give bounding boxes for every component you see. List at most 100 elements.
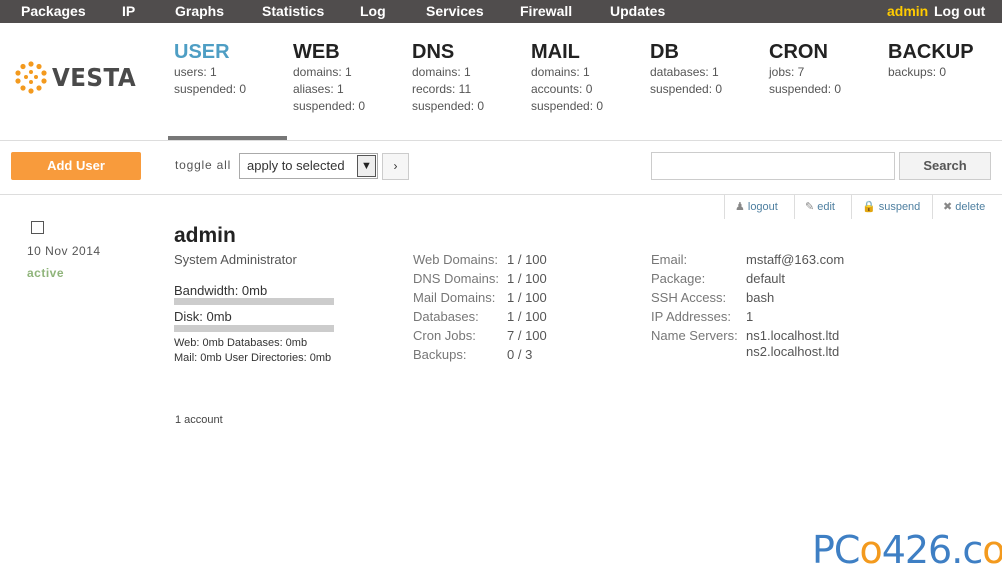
info-label: Package: bbox=[651, 271, 706, 286]
nav-firewall[interactable]: Firewall bbox=[520, 3, 572, 19]
lock-icon: 🔒 bbox=[862, 201, 876, 213]
toggle-all-link[interactable]: toggle all bbox=[175, 158, 231, 172]
search-button[interactable]: Search bbox=[899, 152, 991, 180]
tab-dns[interactable]: DNS domains: 1 records: 11 suspended: 0 bbox=[412, 40, 484, 115]
tab-stat: domains: 1 bbox=[531, 65, 590, 79]
logout-link[interactable]: Log out bbox=[934, 3, 985, 19]
header-divider bbox=[0, 140, 1002, 141]
logo-text: VESTA bbox=[52, 63, 137, 92]
tab-title: MAIL bbox=[531, 41, 580, 63]
info-label: SSH Access: bbox=[651, 290, 727, 305]
tab-web[interactable]: WEB domains: 1 aliases: 1 suspended: 0 bbox=[293, 40, 365, 115]
user-role: System Administrator bbox=[174, 252, 297, 267]
account-count: 1 account bbox=[175, 414, 223, 426]
user-created-date: 10 Nov 2014 bbox=[27, 244, 101, 258]
tab-stat: backups: 0 bbox=[888, 65, 947, 79]
bulk-action-selected: apply to selected bbox=[247, 158, 345, 173]
limit-label: DNS Domains: bbox=[413, 271, 499, 286]
limit-label: Databases: bbox=[413, 309, 479, 324]
current-user-link[interactable]: admin bbox=[887, 3, 928, 19]
limit-value: 1 / 100 bbox=[507, 309, 547, 324]
nav-ip[interactable]: IP bbox=[122, 3, 135, 19]
tab-title: WEB bbox=[293, 41, 340, 63]
tab-title: CRON bbox=[769, 41, 828, 63]
vesta-logo[interactable]: VESTA bbox=[14, 61, 136, 95]
apply-button[interactable]: › bbox=[382, 153, 409, 180]
limit-value: 0 / 3 bbox=[507, 347, 533, 362]
limit-value: 7 / 100 bbox=[507, 328, 547, 343]
edit-label: edit bbox=[817, 201, 835, 213]
user-name[interactable]: admin bbox=[174, 224, 236, 248]
disk-bar bbox=[174, 325, 334, 332]
tab-stat: suspended: 0 bbox=[650, 82, 723, 96]
tab-backup[interactable]: BACKUP backups: 0 bbox=[888, 40, 974, 81]
user-select-checkbox[interactable] bbox=[31, 221, 44, 234]
delete-user-button[interactable]: ✖ delete bbox=[932, 195, 985, 219]
tab-stat: domains: 1 bbox=[412, 65, 471, 79]
tab-title: BACKUP bbox=[888, 41, 974, 63]
tab-title: USER bbox=[174, 41, 230, 63]
watermark-part: 426.c bbox=[881, 528, 984, 572]
close-icon: ✖ bbox=[943, 201, 953, 213]
info-value: ns2.localhost.ltd bbox=[746, 344, 840, 359]
watermark-logo: PCo426.com bbox=[812, 528, 1002, 572]
disk-label: Disk: 0mb bbox=[174, 309, 232, 324]
limit-value: 1 / 100 bbox=[507, 271, 547, 286]
watermark-part: o bbox=[982, 528, 1002, 572]
tab-user[interactable]: USER users: 1 suspended: 0 bbox=[174, 40, 246, 98]
chevron-down-icon: ▼ bbox=[357, 155, 376, 177]
watermark-part: PC bbox=[812, 528, 860, 572]
tab-stat: suspended: 0 bbox=[174, 82, 247, 96]
tab-stat: suspended: 0 bbox=[412, 99, 485, 113]
pencil-icon: ✎ bbox=[805, 201, 815, 213]
nav-packages[interactable]: Packages bbox=[21, 3, 86, 19]
bandwidth-bar bbox=[174, 298, 334, 305]
tab-stat: databases: 1 bbox=[650, 65, 719, 79]
tab-title: DB bbox=[650, 41, 679, 63]
limit-label: Cron Jobs: bbox=[413, 328, 476, 343]
nav-log[interactable]: Log bbox=[360, 3, 386, 19]
info-value: mstaff@163.com bbox=[746, 252, 845, 267]
nav-updates[interactable]: Updates bbox=[610, 3, 665, 19]
info-value: default bbox=[746, 271, 786, 286]
status-badge: active bbox=[27, 266, 65, 280]
bulk-action-select[interactable]: apply to selected ▼ bbox=[239, 153, 378, 179]
tab-stat: suspended: 0 bbox=[531, 99, 604, 113]
limit-value: 1 / 100 bbox=[507, 252, 547, 267]
tab-stat: suspended: 0 bbox=[769, 82, 842, 96]
tab-mail[interactable]: MAIL domains: 1 accounts: 0 suspended: 0 bbox=[531, 40, 603, 115]
tab-stat: users: 1 bbox=[174, 65, 217, 79]
suspend-user-button[interactable]: 🔒 suspend bbox=[851, 195, 920, 219]
tab-stat: accounts: 0 bbox=[531, 82, 593, 96]
info-label: Name Servers: bbox=[651, 328, 738, 343]
tab-db[interactable]: DB databases: 1 suspended: 0 bbox=[650, 40, 722, 98]
limit-label: Backups: bbox=[413, 347, 467, 362]
nav-services[interactable]: Services bbox=[426, 3, 484, 19]
bandwidth-label: Bandwidth: 0mb bbox=[174, 283, 268, 298]
suspend-label: suspend bbox=[878, 201, 921, 213]
info-value: ns1.localhost.ltd bbox=[746, 328, 840, 343]
tab-title: DNS bbox=[412, 41, 455, 63]
info-label: Email: bbox=[651, 252, 688, 267]
vesta-logo-icon bbox=[15, 61, 47, 94]
tab-stat: suspended: 0 bbox=[293, 99, 366, 113]
edit-user-button[interactable]: ✎ edit bbox=[794, 195, 835, 219]
limit-label: Web Domains: bbox=[413, 252, 499, 267]
nav-statistics[interactable]: Statistics bbox=[262, 3, 324, 19]
info-value: 1 bbox=[746, 309, 754, 324]
tab-cron[interactable]: CRON jobs: 7 suspended: 0 bbox=[769, 40, 841, 98]
delete-label: delete bbox=[955, 201, 986, 213]
logout-label: logout bbox=[747, 201, 778, 213]
info-value: bash bbox=[746, 290, 775, 305]
usage-breakdown-line1: Web: 0mb Databases: 0mb bbox=[174, 337, 308, 349]
info-label: IP Addresses: bbox=[651, 309, 731, 324]
nav-graphs[interactable]: Graphs bbox=[175, 3, 224, 19]
tab-stat: records: 11 bbox=[412, 82, 472, 96]
usage-breakdown-line2: Mail: 0mb User Directories: 0mb bbox=[174, 352, 332, 364]
logout-as-user-button[interactable]: ♟ logout bbox=[724, 195, 778, 219]
watermark-part: o bbox=[859, 528, 882, 572]
add-user-button[interactable]: Add User bbox=[11, 152, 141, 180]
limit-label: Mail Domains: bbox=[413, 290, 496, 305]
tab-stat: aliases: 1 bbox=[293, 82, 344, 96]
search-input[interactable] bbox=[651, 152, 895, 180]
